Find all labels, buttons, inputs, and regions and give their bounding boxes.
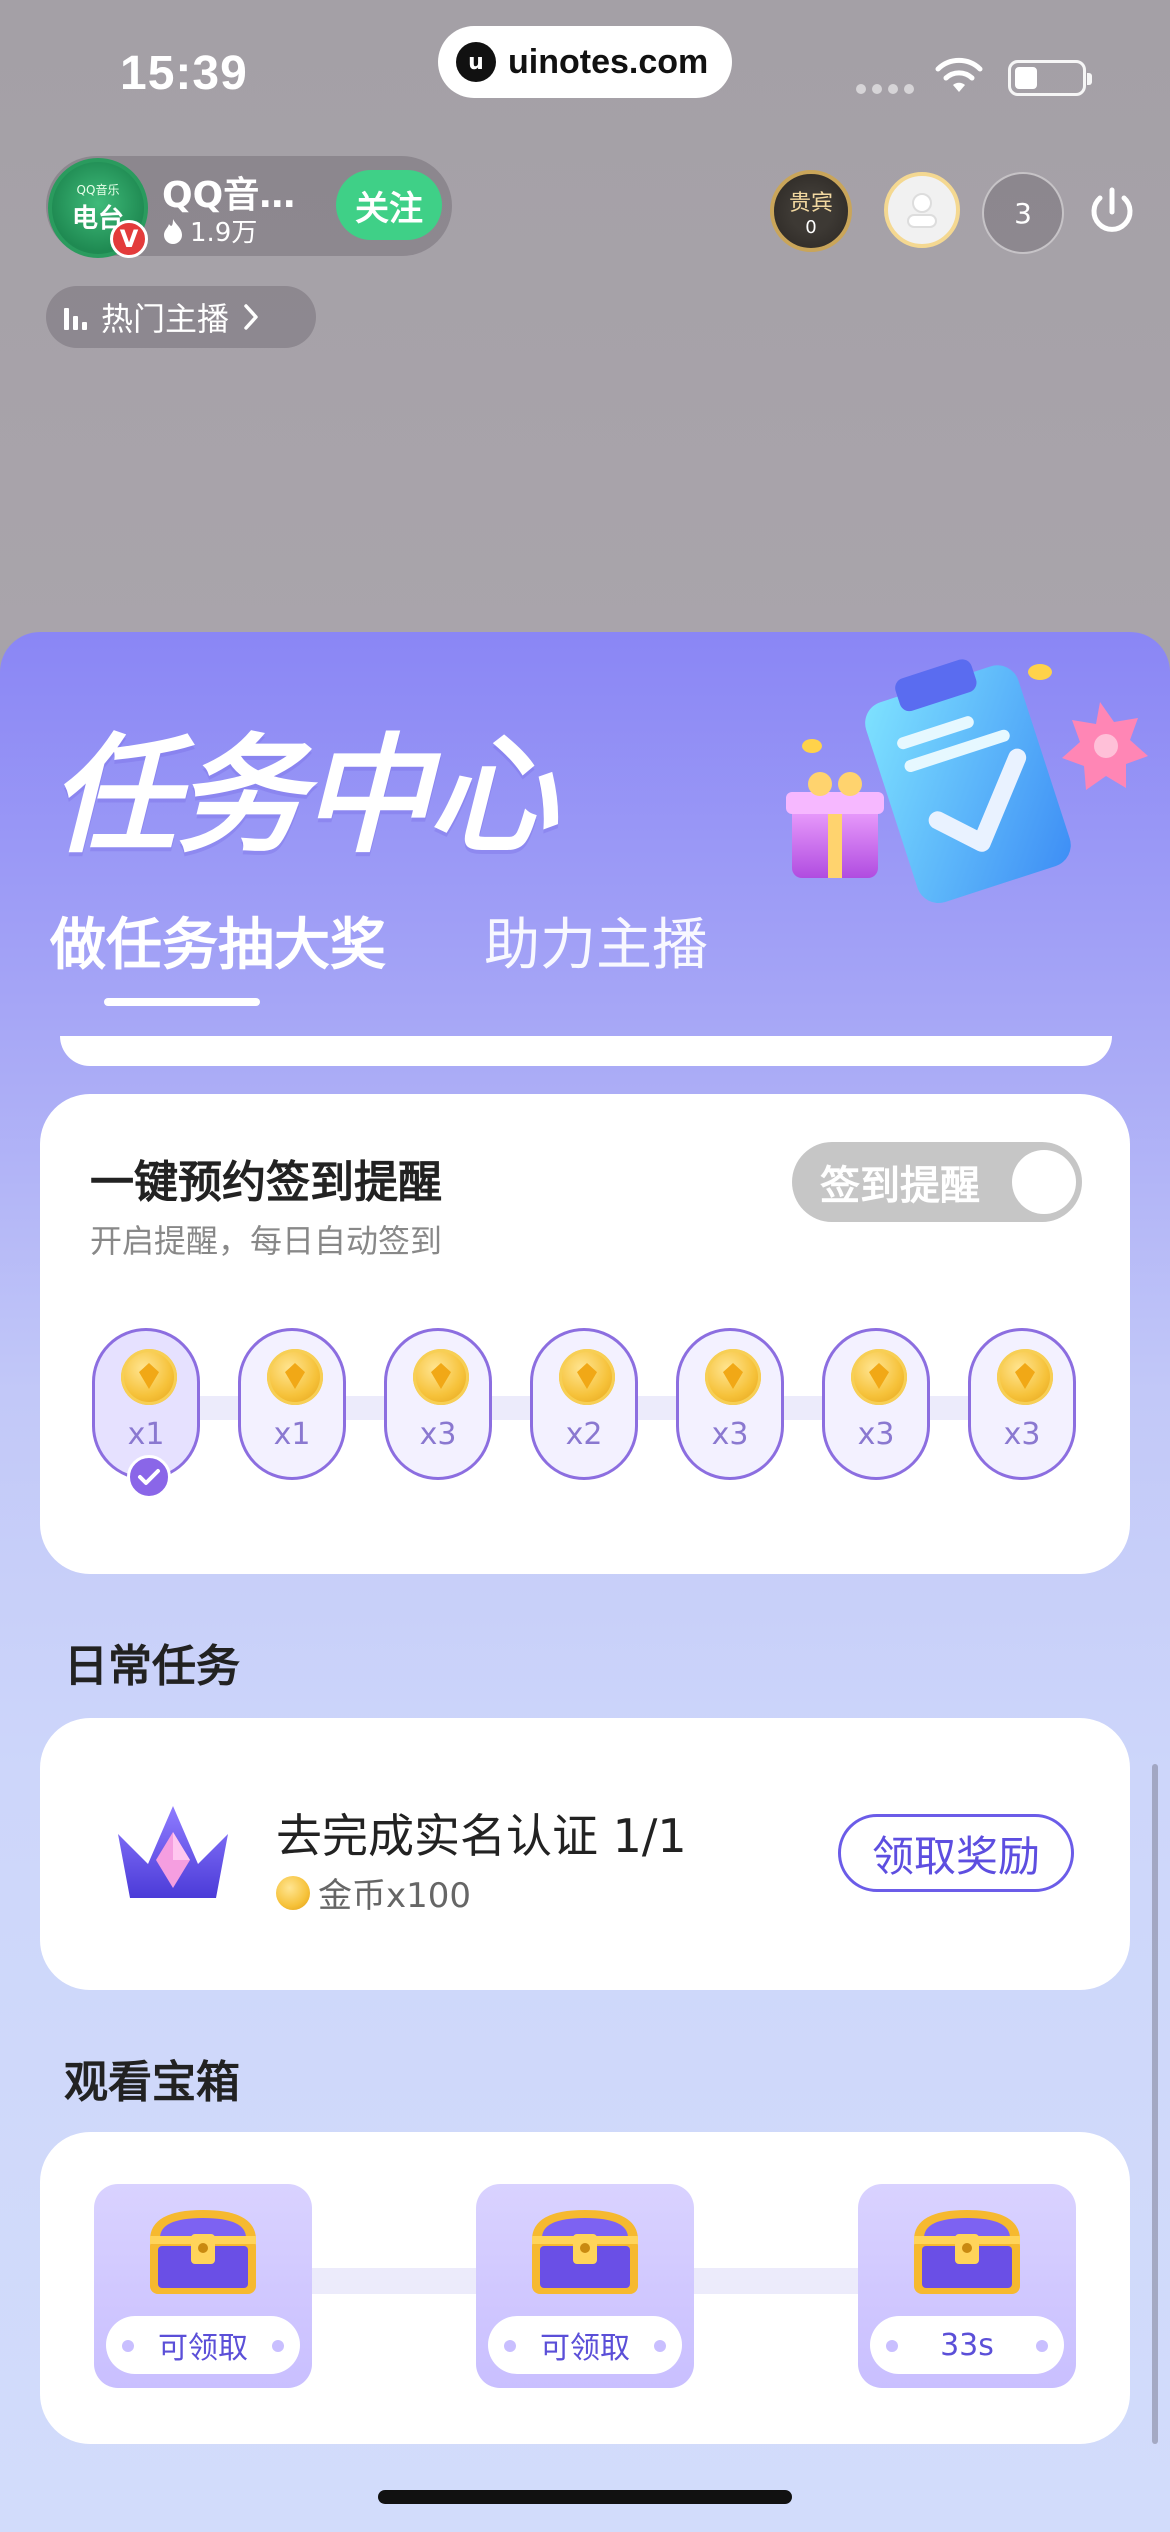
task-name: 去完成实名认证 1/1 (276, 1809, 687, 1863)
task-reward-text: 金币x100 (318, 1876, 472, 1916)
day-multiplier: x2 (565, 1417, 603, 1452)
bar-chart-icon (64, 304, 87, 330)
daily-tasks-title: 日常任务 (64, 1641, 240, 1692)
coin-icon (267, 1349, 323, 1405)
anchor-hot: 1.9万 (162, 212, 257, 249)
flame-icon (164, 218, 182, 244)
checkin-day-6[interactable]: x3 (822, 1328, 930, 1480)
verified-badge: V (110, 220, 148, 258)
treasure-box-2[interactable]: 可领取 (476, 2184, 694, 2388)
checkin-day-3[interactable]: x3 (384, 1328, 492, 1480)
home-indicator[interactable] (378, 2490, 792, 2504)
anchor-name: QQ音… (162, 175, 296, 216)
treasure-chest-icon (150, 2210, 256, 2294)
checkin-card: 一键预约签到提醒 开启提醒，每日自动签到 签到提醒 x1 x1 x3 x2 x3… (40, 1094, 1130, 1574)
coin-icon (413, 1349, 469, 1405)
vip-count: 0 (805, 216, 817, 238)
checkin-day-2[interactable]: x1 (238, 1328, 346, 1480)
coin-icon (276, 1875, 310, 1910)
checkin-day-1[interactable]: x1 (92, 1328, 200, 1499)
hot-anchor-label: 热门主播 (101, 300, 230, 338)
coin-icon (559, 1349, 615, 1405)
coin-icon (997, 1349, 1053, 1405)
power-icon[interactable] (1084, 184, 1140, 240)
viewer-avatar[interactable] (884, 172, 960, 248)
watermark-text: uinotes.com (508, 42, 709, 81)
daily-task-card: 去完成实名认证 1/1 金币x100 领取奖励 (40, 1718, 1130, 1990)
checkin-reminder-toggle[interactable]: 签到提醒 (792, 1142, 1082, 1222)
claim-reward-button[interactable]: 领取奖励 (838, 1814, 1074, 1892)
anchor-hot-count: 1.9万 (190, 218, 258, 248)
coin-icon (851, 1349, 907, 1405)
checkin-day-5[interactable]: x3 (676, 1328, 784, 1480)
user-icon (907, 193, 937, 228)
check-icon (127, 1455, 171, 1499)
viewer-count[interactable]: 3 (982, 172, 1064, 254)
box-status: 可领取 (106, 2316, 300, 2374)
crown-icon (118, 1806, 228, 1898)
checkin-day-7[interactable]: x3 (968, 1328, 1076, 1480)
status-bar: 15:39 u uinotes.com (0, 0, 1170, 150)
day-multiplier: x3 (711, 1417, 749, 1452)
chevron-right-icon (244, 304, 258, 330)
anchor-info[interactable]: QQ音乐 电台 V QQ音… 1.9万 关注 (46, 156, 452, 258)
status-time: 15:39 (120, 47, 248, 100)
watermark-logo-icon: u (456, 42, 496, 82)
day-multiplier: x1 (273, 1417, 311, 1452)
day-multiplier: x3 (419, 1417, 457, 1452)
checkin-days: x1 x1 x3 x2 x3 x3 x3 (92, 1328, 1078, 1499)
treasure-box-3[interactable]: 33s (858, 2184, 1076, 2388)
battery-icon (1008, 60, 1092, 96)
day-multiplier: x3 (1003, 1417, 1041, 1452)
previous-card-edge (60, 1036, 1112, 1066)
task-clipboard-illustration (786, 659, 1148, 904)
checkin-day-4[interactable]: x2 (530, 1328, 638, 1480)
avatar-small-text: QQ音乐 (76, 183, 120, 197)
tab-active-indicator (104, 998, 260, 1006)
wifi-icon (935, 57, 983, 92)
treasure-chest-icon (532, 2210, 638, 2294)
day-multiplier: x3 (857, 1417, 895, 1452)
tab-do-tasks[interactable]: 做任务抽大奖 (50, 900, 386, 981)
panel-tabs: 做任务抽大奖 助力主播 (50, 900, 708, 981)
hot-anchor-button[interactable]: 热门主播 (46, 286, 316, 348)
coin-icon (121, 1349, 177, 1405)
checkin-title: 一键预约签到提醒 (90, 1157, 442, 1208)
panel-title: 任务中心 (50, 722, 556, 871)
follow-button[interactable]: 关注 (336, 170, 442, 240)
box-status: 可领取 (488, 2316, 682, 2374)
scrollbar[interactable] (1152, 1764, 1158, 2444)
signal-icon (856, 84, 914, 94)
treasure-chest-icon (914, 2210, 1020, 2294)
watch-box-title: 观看宝箱 (64, 2057, 240, 2108)
coin-icon (705, 1349, 761, 1405)
toggle-label: 签到提醒 (820, 1163, 980, 1209)
vip-badge[interactable]: 贵宾 0 (770, 170, 852, 252)
watermark: u uinotes.com (438, 26, 732, 98)
day-multiplier: x1 (127, 1417, 165, 1452)
watch-box-card: 可领取 可领取 33s (40, 2132, 1130, 2444)
vip-label: 贵宾 (788, 190, 833, 216)
treasure-box-1[interactable]: 可领取 (94, 2184, 312, 2388)
box-countdown: 33s (870, 2316, 1064, 2374)
tab-boost-anchor[interactable]: 助力主播 (484, 900, 708, 981)
task-center-panel: 任务中心 做任务抽大奖 助力主播 一键预约签到提醒 开启提醒，每日自动签到 签到… (0, 632, 1170, 2532)
toggle-knob (1012, 1150, 1076, 1214)
task-reward: 金币x100 (276, 1868, 471, 1917)
live-room-background: 15:39 u uinotes.com QQ音乐 电台 V QQ音… 1.9万 … (0, 0, 1170, 640)
checkin-subtitle: 开启提醒，每日自动签到 (90, 1222, 443, 1260)
